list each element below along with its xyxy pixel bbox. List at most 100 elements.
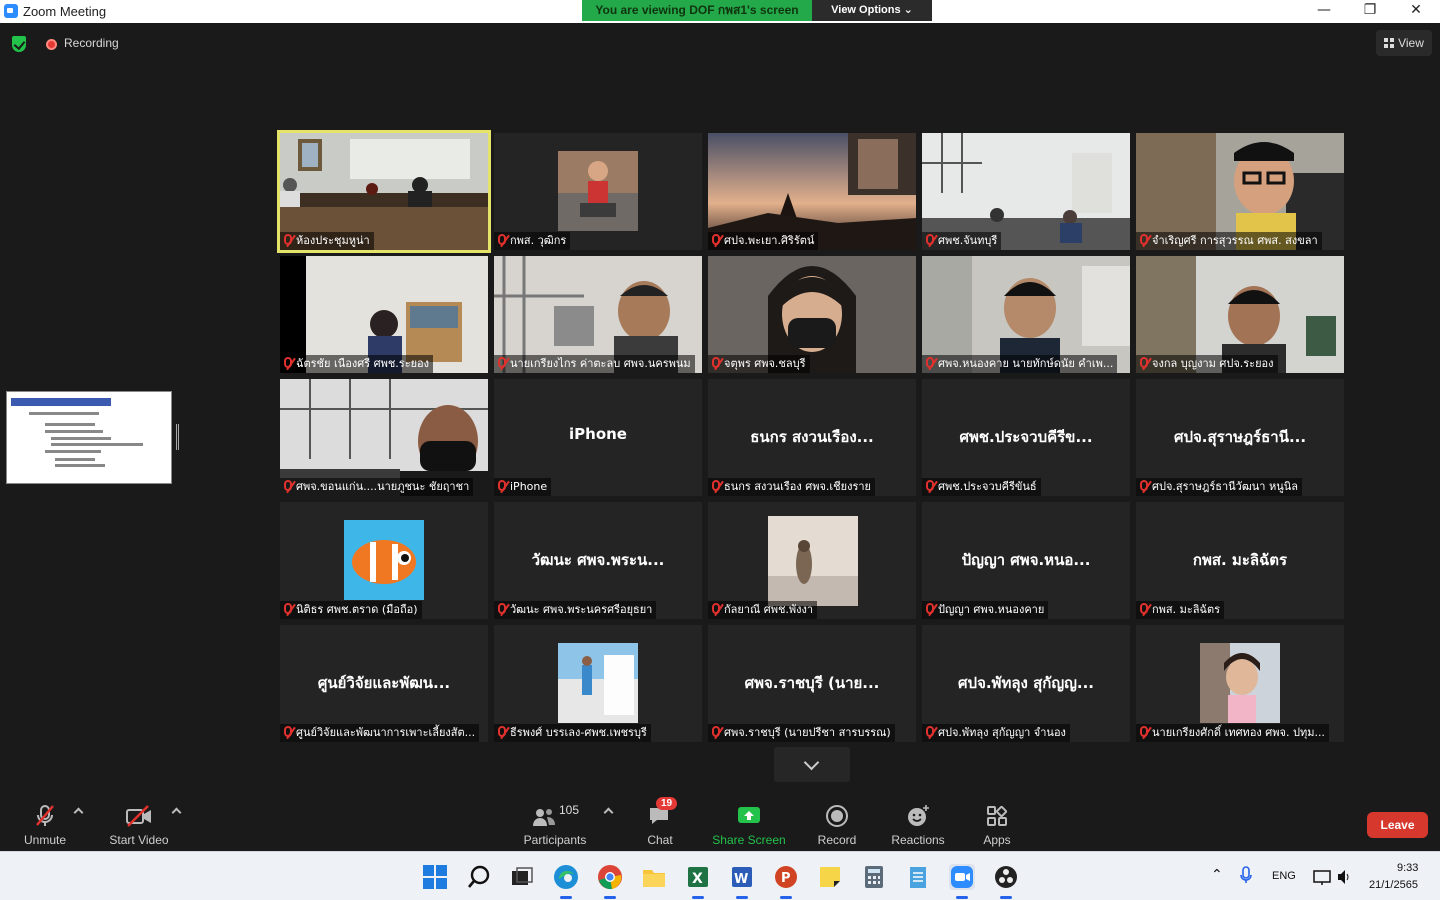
- calculator-icon[interactable]: [861, 864, 887, 890]
- participant-name-label: ปัญญา ศพจ.หนองคาย: [922, 601, 1049, 619]
- participant-name-label: นิติธร ศพช.ตราด (มือถือ): [280, 601, 422, 619]
- clock-time[interactable]: 9:33: [1397, 862, 1418, 874]
- participant-name-label: จำเริญศรี การสุวรรณ ศพส. สงขลา: [1136, 232, 1322, 250]
- participants-button[interactable]: 105 Participants: [520, 803, 590, 847]
- participant-name-label: ศปจ.พะเยา.ศิริรัตน์: [708, 232, 819, 250]
- powerpoint-icon[interactable]: P: [773, 864, 799, 899]
- apps-button[interactable]: Apps: [976, 803, 1018, 847]
- reactions-button[interactable]: Reactions: [888, 803, 948, 847]
- participant-name: ศพช.ประจวบคีรีขันธ์: [938, 480, 1037, 493]
- participant-tile[interactable]: ศพจ.ขอนแก่น....นายภูชนะ ชัยฤาชา: [280, 379, 488, 496]
- participant-tile[interactable]: ห้องประชุมหูน่า: [277, 130, 491, 253]
- close-button[interactable]: ✕: [1393, 0, 1439, 23]
- participant-tile[interactable]: กพส. วุฒิกร: [494, 133, 702, 250]
- participant-tile[interactable]: ศปจ.พัทลุง สุกัญญ... ศปจ.พัทลุง สุกัญญา จ…: [922, 625, 1130, 742]
- tray-microphone-icon[interactable]: [1238, 864, 1254, 890]
- participant-name: จตุพร ศพจ.ชลบุรี: [724, 357, 806, 370]
- participant-tile[interactable]: นิติธร ศพช.ตราด (มือถือ): [280, 502, 488, 619]
- start-video-button[interactable]: Start Video: [104, 803, 174, 847]
- participant-name: ศปจ.พะเยา.ศิริรัตน์: [724, 234, 815, 247]
- clock-date[interactable]: 21/1/2565: [1369, 879, 1418, 891]
- participant-tile[interactable]: ศพจ.ราชบุรี (นาย... ศพจ.ราชบุรี (นายปรีชา…: [708, 625, 916, 742]
- shared-screen-thumbnail[interactable]: [6, 391, 172, 484]
- chrome-browser-icon[interactable]: [597, 864, 623, 899]
- participant-tile[interactable]: ธีรพงศ์ บรรเลง-ศพช.เพชรบุรี: [494, 625, 702, 742]
- participant-tile[interactable]: กัลยาณี ศพช.พังงา: [708, 502, 916, 619]
- next-page-chevron-down-icon[interactable]: [774, 747, 850, 782]
- leave-button[interactable]: Leave: [1367, 812, 1428, 838]
- notepad-icon[interactable]: [905, 864, 931, 890]
- search-icon[interactable]: [466, 864, 492, 890]
- participant-tile[interactable]: ธนกร สงวนเรือง... ธนกร สงวนเรือง ศพจ.เชีย…: [708, 379, 916, 496]
- mic-muted-icon: [926, 726, 934, 737]
- view-button[interactable]: View: [1376, 30, 1432, 56]
- sticky-notes-icon[interactable]: [817, 864, 843, 890]
- participant-tile[interactable]: iPhone iPhone: [494, 379, 702, 496]
- participant-tile[interactable]: กพส. มะลิฉัตร กพส. มะลิฉัตร: [1136, 502, 1344, 619]
- apps-icon: [987, 805, 1008, 826]
- volume-icon[interactable]: [1336, 864, 1352, 890]
- participant-tile[interactable]: จตุพร ศพจ.ชลบุรี: [708, 256, 916, 373]
- participant-name: กพส. วุฒิกร: [510, 234, 567, 247]
- participant-tile[interactable]: นายเกรียงไกร ค่าตะลบ ศพจ.นครพนม: [494, 256, 702, 373]
- participants-icon: [532, 808, 555, 826]
- share-screen-label: Share Screen: [712, 833, 786, 847]
- tray-expand-chevron-icon[interactable]: ⌃: [1211, 866, 1223, 883]
- recording-label: Recording: [64, 36, 119, 50]
- reactions-label: Reactions: [891, 833, 945, 847]
- share-screen-button[interactable]: Share Screen: [710, 803, 788, 847]
- minimize-button[interactable]: —: [1301, 0, 1347, 23]
- excel-icon[interactable]: X: [685, 864, 711, 899]
- chat-button[interactable]: 19 Chat: [640, 797, 680, 847]
- participant-tile[interactable]: ฉัตรชัย เนืองศรี ศพช.ระยอง: [280, 256, 488, 373]
- participant-name-label: ธนกร สงวนเรือง ศพจ.เชียงราย: [708, 478, 875, 496]
- obs-studio-icon[interactable]: [993, 864, 1019, 899]
- mic-muted-icon: [1140, 234, 1148, 245]
- participant-tile[interactable]: จำเริญศรี การสุวรรณ ศพส. สงขลา: [1136, 133, 1344, 250]
- unmute-button[interactable]: Unmute: [16, 803, 74, 847]
- record-button[interactable]: Record: [812, 803, 862, 847]
- svg-text:P: P: [781, 871, 791, 886]
- security-shield-icon[interactable]: [12, 36, 26, 52]
- thumbnail-resize-handle[interactable]: [176, 424, 179, 450]
- window-title: Zoom Meeting: [23, 4, 107, 19]
- participant-tile[interactable]: วัฒนะ ศพจ.พระน... วัฒนะ ศพจ.พระนครศรีอยุธ…: [494, 502, 702, 619]
- mic-muted-icon: [498, 726, 506, 737]
- participant-tile[interactable]: ศพจ.หนองคาย นายทักษ์ดนัย คำเพ...: [922, 256, 1130, 373]
- mic-muted-icon: [712, 726, 720, 737]
- participant-name: กัลยาณี ศพช.พังงา: [724, 603, 814, 616]
- participant-tile[interactable]: ศปจ.สุราษฎร์ธานี... ศปจ.สุราษฎร์ธานีวัฒนา…: [1136, 379, 1344, 496]
- participant-tile[interactable]: นายเกรียงศักดิ์ เทศทอง ศพจ. ปทุม...: [1136, 625, 1344, 742]
- restore-button[interactable]: ❐: [1347, 0, 1393, 23]
- mic-muted-icon: [712, 234, 720, 245]
- slide-line: [51, 443, 143, 446]
- zoom-app-icon[interactable]: [949, 864, 975, 899]
- task-view-icon[interactable]: [509, 864, 535, 890]
- participant-name-label: ศพจ.ราชบุรี (นายปรีชา สารบรรณ): [708, 724, 895, 742]
- file-explorer-icon[interactable]: [641, 864, 667, 890]
- network-icon[interactable]: [1312, 864, 1332, 890]
- share-screen-icon: [738, 807, 760, 823]
- mic-muted-icon: [926, 480, 934, 491]
- language-indicator[interactable]: ENG: [1272, 870, 1296, 882]
- slide-line: [51, 437, 111, 440]
- participant-name-label: ห้องประชุมหูน่า: [280, 232, 374, 250]
- participant-tile[interactable]: จงกล บุญงาม ศปจ.ระยอง: [1136, 256, 1344, 373]
- windows-start-icon[interactable]: [422, 864, 448, 890]
- participant-tile[interactable]: ศูนย์วิจัยและพัฒน... ศูนย์วิจัยและพัฒนากา…: [280, 625, 488, 742]
- word-icon[interactable]: W: [729, 864, 755, 899]
- windows-taskbar: X W P ⌃ ENG 9:33 21/1/2565: [0, 851, 1440, 900]
- participant-tile[interactable]: ปัญญา ศพจ.หนอ... ปัญญา ศพจ.หนองคาย: [922, 502, 1130, 619]
- participant-name-label: กพส. วุฒิกร: [494, 232, 571, 250]
- participant-display-name: iPhone: [569, 425, 627, 443]
- recording-icon: [46, 39, 57, 50]
- participant-tile[interactable]: ศพช.ประจวบคีรีข... ศพช.ประจวบคีรีขันธ์: [922, 379, 1130, 496]
- participant-tile[interactable]: ศปจ.พะเยา.ศิริรัตน์: [708, 133, 916, 250]
- participant-tile[interactable]: ศพช.จันทบุรี: [922, 133, 1130, 250]
- edge-browser-icon[interactable]: [553, 864, 579, 899]
- mic-muted-icon: [498, 480, 506, 491]
- audio-options-caret-icon[interactable]: [73, 807, 84, 818]
- view-options-button[interactable]: View Options ⌄: [812, 0, 932, 21]
- mic-muted-icon: [498, 234, 506, 245]
- participants-caret-icon[interactable]: [603, 807, 614, 818]
